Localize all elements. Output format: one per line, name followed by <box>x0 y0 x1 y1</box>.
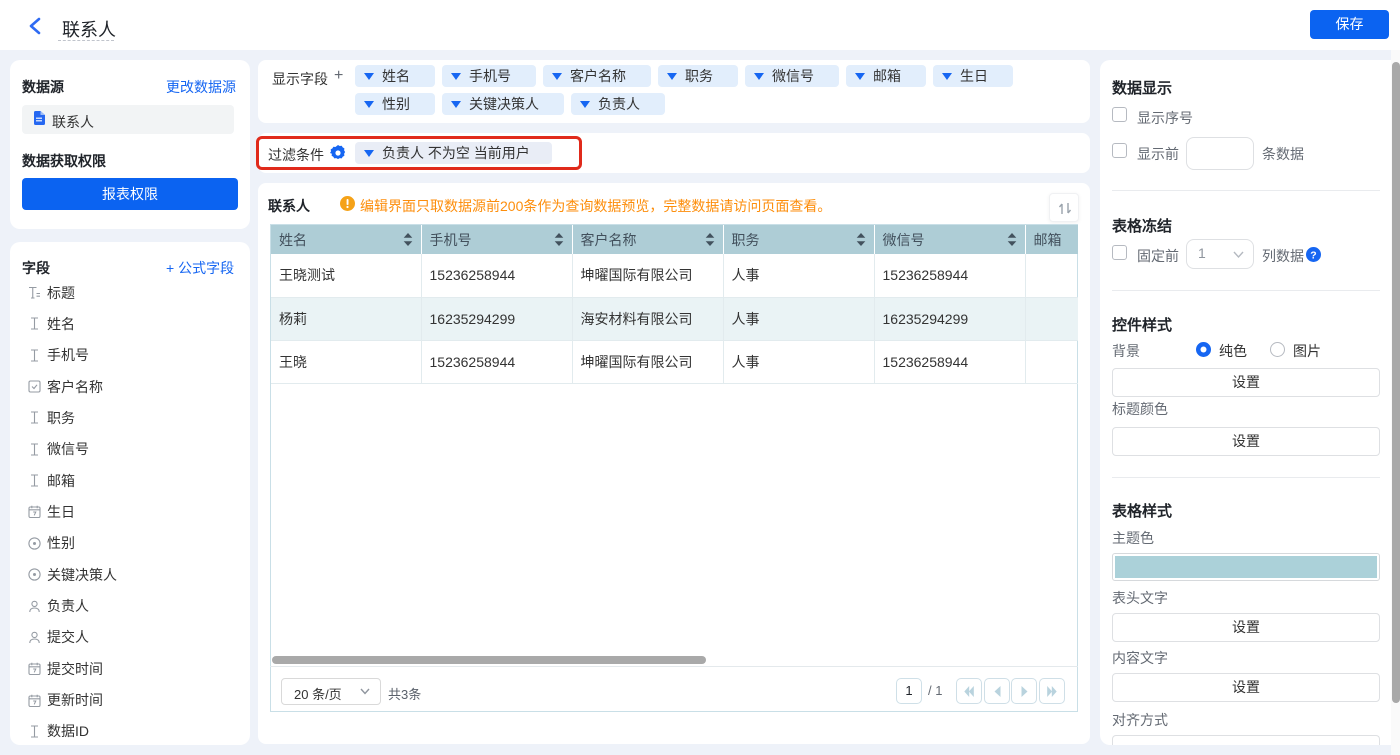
svg-text:?: ? <box>1310 249 1316 261</box>
